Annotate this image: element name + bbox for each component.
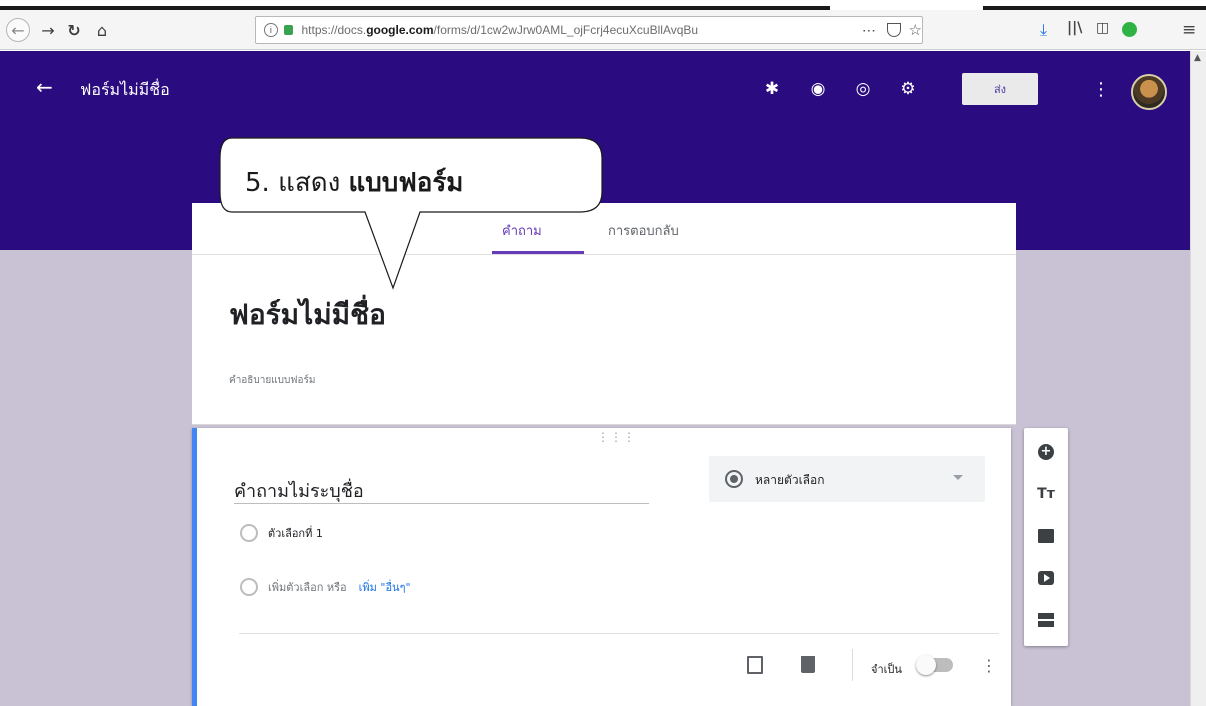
- library-icon[interactable]: ||\: [1067, 20, 1082, 36]
- url-text[interactable]: https://docs.google.com/forms/d/1cw2wJrw…: [301, 23, 711, 37]
- delete-icon[interactable]: [801, 656, 815, 673]
- form-description-input[interactable]: คำอธิบายแบบฟอร์ม: [229, 373, 315, 388]
- lock-icon: [283, 25, 294, 35]
- info-icon[interactable]: i: [264, 23, 278, 37]
- active-tab-underline: [492, 251, 584, 254]
- download-icon[interactable]: ⤓: [1040, 20, 1047, 40]
- radio-empty-icon: [240, 578, 258, 596]
- drag-handle-icon[interactable]: ⋮⋮⋮: [597, 430, 636, 444]
- form-title-card: ฟอร์มไม่มีชื่อ คำอธิบายแบบฟอร์ม: [192, 255, 1016, 425]
- question-type-label: หลายตัวเลือก: [755, 473, 825, 487]
- side-toolbar: + Tт: [1024, 428, 1068, 646]
- browser-toolbar: ← → ↻ ⌂ i https://docs.google.com/forms/…: [0, 10, 1206, 50]
- toggle-knob: [916, 655, 936, 675]
- required-toggle[interactable]: [916, 655, 953, 675]
- addons-icon[interactable]: ✱: [762, 79, 782, 99]
- add-option-row: เพิ่มตัวเลือก หรือ เพิ่ม "อื่นๆ": [240, 578, 411, 596]
- radio-empty-icon: [240, 524, 258, 542]
- reload-icon[interactable]: ↻: [62, 18, 86, 42]
- home-icon[interactable]: ⌂: [90, 18, 114, 42]
- add-option-button[interactable]: เพิ่มตัวเลือก หรือ: [268, 578, 347, 596]
- option-1-input[interactable]: ตัวเลือกที่ 1: [268, 524, 323, 542]
- back-arrow-icon[interactable]: ←: [36, 75, 53, 99]
- extension-check-icon[interactable]: [1122, 22, 1137, 37]
- pocket-icon[interactable]: [886, 23, 901, 37]
- add-question-icon[interactable]: +: [1036, 442, 1056, 462]
- question-type-select[interactable]: หลายตัวเลือก: [709, 456, 985, 502]
- forward-icon[interactable]: →: [36, 18, 60, 42]
- footer-separator: [852, 649, 853, 681]
- preview-eye-icon[interactable]: ◎: [853, 79, 873, 99]
- tab-questions[interactable]: คำถาม: [502, 220, 542, 241]
- avatar[interactable]: [1131, 74, 1167, 110]
- question-more-icon[interactable]: ⋮: [981, 656, 997, 675]
- header-form-title[interactable]: ฟอร์มไม่มีชื่อ: [80, 78, 170, 103]
- duplicate-icon[interactable]: [747, 656, 763, 674]
- bookmark-star-icon[interactable]: ☆: [909, 21, 922, 39]
- question-title-input[interactable]: คำถามไม่ระบุชื่อ: [234, 476, 649, 504]
- settings-gear-icon[interactable]: ⚙: [898, 79, 918, 99]
- sidebar-icon[interactable]: ◫: [1096, 20, 1109, 36]
- add-image-icon[interactable]: [1036, 526, 1056, 546]
- add-other-link[interactable]: เพิ่ม "อื่นๆ": [359, 578, 411, 596]
- dropdown-arrow-icon: [953, 475, 963, 480]
- more-vert-icon[interactable]: ⋮: [1092, 79, 1110, 100]
- option-row[interactable]: ตัวเลือกที่ 1: [240, 524, 323, 542]
- required-label: จำเป็น: [871, 663, 902, 676]
- form-tabs: คำถาม การตอบกลับ: [192, 203, 1016, 255]
- radio-button-icon: [725, 470, 743, 488]
- form-title-input[interactable]: ฟอร์มไม่มีชื่อ: [229, 293, 386, 337]
- question-card[interactable]: ⋮⋮⋮ คำถามไม่ระบุชื่อ หลายตัวเลือก ตัวเลื…: [192, 428, 1011, 706]
- add-section-icon[interactable]: [1036, 610, 1056, 630]
- send-button[interactable]: ส่ง: [962, 73, 1038, 105]
- back-icon[interactable]: ←: [6, 18, 30, 42]
- footer-divider: [239, 633, 999, 634]
- add-title-icon[interactable]: Tт: [1036, 484, 1056, 504]
- menu-icon[interactable]: ≡: [1182, 20, 1196, 40]
- scroll-up-icon[interactable]: ▲: [1194, 53, 1201, 63]
- address-bar[interactable]: i https://docs.google.com/forms/d/1cw2wJ…: [255, 16, 923, 44]
- scrollbar[interactable]: ▲: [1190, 51, 1206, 706]
- tab-responses[interactable]: การตอบกลับ: [608, 220, 679, 241]
- add-video-icon[interactable]: [1036, 568, 1056, 588]
- palette-icon[interactable]: ◉: [808, 79, 828, 99]
- callout-text: 5. แสดง แบบฟอร์ม: [245, 168, 464, 198]
- browser-tab-strip: [0, 0, 1206, 10]
- page-actions-icon[interactable]: ⋯: [862, 22, 877, 39]
